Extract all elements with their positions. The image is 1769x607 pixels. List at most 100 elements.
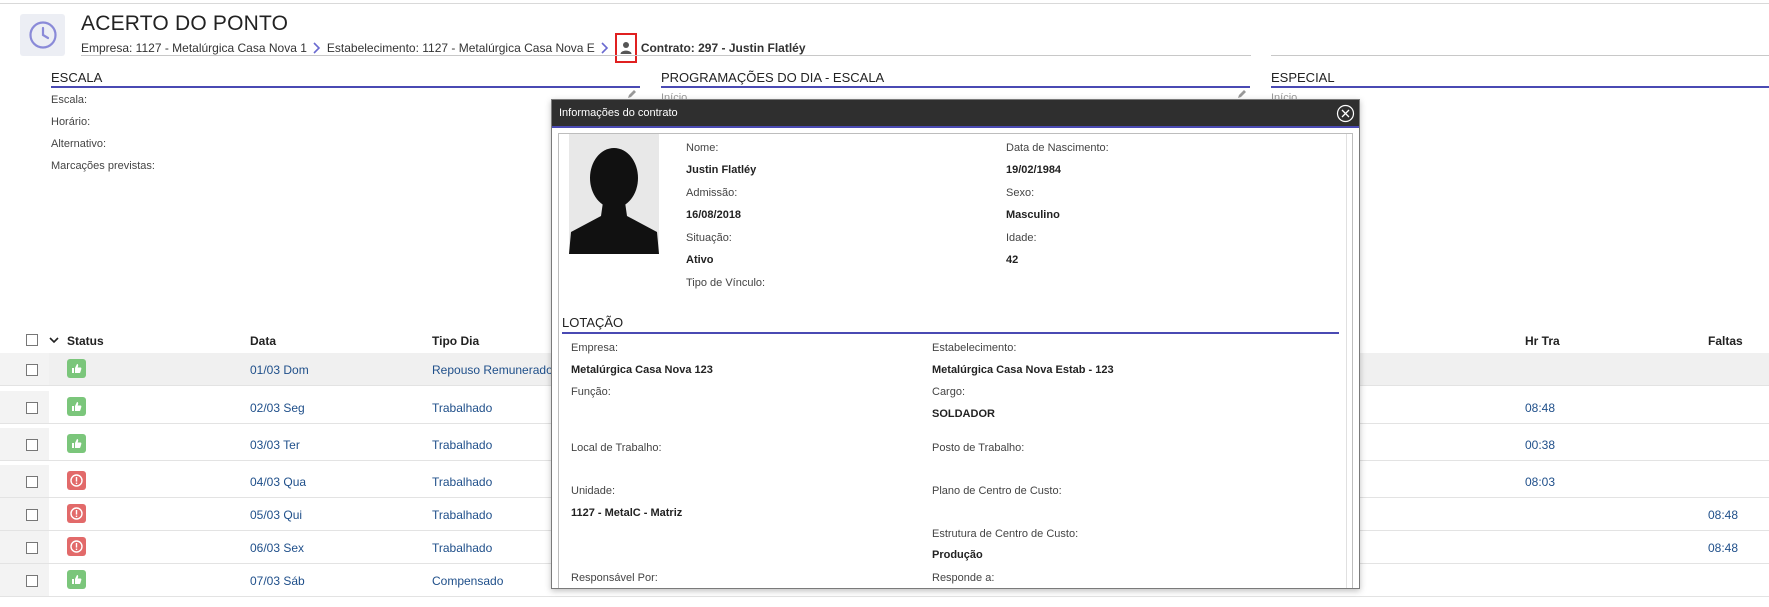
label-responde: Responde a:: [932, 572, 995, 584]
panel-title-escala: ESCALA: [51, 70, 640, 88]
label-plano-centro-custo: Plano de Centro de Custo:: [932, 485, 1062, 497]
user-icon: [620, 42, 632, 54]
thumbs-up-icon: [67, 434, 86, 453]
row-data: 01/03 Dom: [250, 363, 309, 377]
panel-title-programacoes: PROGRAMAÇÕES DO DIA - ESCALA: [661, 70, 1250, 88]
breadcrumb-empresa[interactable]: Empresa: 1127 - Metalúrgica Casa Nova 1: [81, 41, 307, 55]
top-divider: [0, 3, 1769, 4]
section-lotacao: LOTAÇÃO: [562, 315, 1339, 334]
field-inicio-partial: Início: [1271, 92, 1298, 99]
label-unidade: Unidade:: [571, 485, 616, 497]
label-local-trabalho: Local de Trabalho:: [571, 442, 662, 454]
dialog-title: Informações do contrato: [559, 107, 678, 119]
field-horario: Horário:: [51, 116, 91, 128]
thumbs-up-icon: [67, 570, 86, 589]
value-situacao: Ativo: [686, 254, 714, 266]
alert-icon: [67, 504, 86, 523]
row-checkbox[interactable]: [26, 402, 38, 414]
label-nome: Nome:: [686, 142, 719, 154]
field-marcacoes: Marcações previstas:: [51, 160, 155, 172]
panel-especial: ESPECIAL Início: [1271, 70, 1769, 100]
row-checkbox[interactable]: [26, 439, 38, 451]
dialog-body: Nome: Justin Flatléy Data de Nascimento:…: [558, 133, 1353, 588]
dialog-scrollbar[interactable]: [1346, 134, 1352, 588]
label-estabelecimento: Estabelecimento:: [932, 342, 1017, 354]
expand-chevron-icon[interactable]: [49, 334, 59, 348]
value-nome: Justin Flatléy: [686, 164, 757, 176]
dialog-header: Informações do contrato: [552, 100, 1359, 128]
row-tipo: Trabalhado: [432, 401, 493, 415]
page-title: ACERTO DO PONTO: [81, 12, 289, 35]
value-cargo: SOLDADOR: [932, 408, 995, 420]
close-icon[interactable]: [1336, 104, 1355, 123]
alert-icon: [67, 471, 86, 490]
row-data: 05/03 Qui: [250, 508, 303, 522]
label-cargo: Cargo:: [932, 386, 966, 398]
col-data[interactable]: Data: [250, 334, 276, 348]
row-tipo: Trabalhado: [432, 541, 493, 555]
label-posto-trabalho: Posto de Trabalho:: [932, 442, 1025, 454]
label-responsavel: Responsável Por:: [571, 572, 658, 584]
value-estabelecimento: Metalúrgica Casa Nova Estab - 123: [932, 364, 1114, 376]
value-unidade: 1127 - MetalC - Matriz: [571, 507, 683, 519]
field-escala: Escala:: [51, 94, 88, 106]
label-estrutura-centro-custo: Estrutura de Centro de Custo:: [932, 528, 1079, 540]
row-checkbox[interactable]: [26, 476, 38, 488]
value-nascimento: 19/02/1984: [1006, 164, 1062, 176]
header-divider: [1271, 55, 1769, 56]
label-funcao: Função:: [571, 386, 611, 398]
contract-info-dialog: Informações do contrato Nome: Justin Fla…: [551, 99, 1360, 589]
row-hr-tra: 08:03: [1525, 475, 1556, 489]
chevron-right-icon: [313, 42, 321, 54]
alert-icon: [67, 537, 86, 556]
breadcrumb-contrato: Contrato: 297 - Justin Flatléy: [640, 41, 806, 55]
value-idade: 42: [1006, 254, 1019, 266]
field-inicio-partial: Início: [661, 92, 688, 99]
col-faltas[interactable]: Faltas: [1708, 334, 1743, 348]
panel-title-especial: ESPECIAL: [1271, 70, 1769, 88]
label-idade: Idade:: [1006, 232, 1037, 244]
clock-icon: [20, 14, 65, 56]
col-tipo-dia[interactable]: Tipo Dia: [432, 334, 479, 348]
row-tipo: Compensado: [432, 574, 504, 588]
contract-info-button[interactable]: [614, 33, 637, 63]
row-tipo: Trabalhado: [432, 438, 493, 452]
label-empresa: Empresa:: [571, 342, 619, 354]
row-tipo: Trabalhado: [432, 475, 493, 489]
row-checkbox[interactable]: [26, 542, 38, 554]
value-admissao: 16/08/2018: [686, 209, 742, 221]
value-sexo: Masculino: [1006, 209, 1060, 221]
col-hr-tra[interactable]: Hr Tra: [1525, 334, 1560, 348]
row-tipo: Trabalhado: [432, 508, 493, 522]
value-empresa: Metalúrgica Casa Nova 123: [571, 364, 713, 376]
row-checkbox[interactable]: [26, 364, 38, 376]
thumbs-up-icon: [67, 397, 86, 416]
select-all-checkbox[interactable]: [26, 334, 38, 346]
label-vinculo: Tipo de Vínculo:: [686, 277, 766, 289]
header-divider: [81, 55, 1251, 56]
row-faltas: 08:48: [1708, 541, 1739, 555]
chevron-right-icon: [601, 42, 609, 54]
label-admissao: Admissão:: [686, 187, 738, 199]
row-data: 03/03 Ter: [250, 438, 300, 452]
row-data: 06/03 Sex: [250, 541, 305, 555]
row-data: 04/03 Qua: [250, 475, 307, 489]
row-data: 07/03 Sáb: [250, 574, 305, 588]
row-tipo: Repouso Remunerado: [432, 363, 553, 377]
thumbs-up-icon: [67, 359, 86, 378]
label-situacao: Situação:: [686, 232, 732, 244]
value-estrutura-centro-custo: Produção: [932, 549, 983, 561]
row-data: 02/03 Seg: [250, 401, 305, 415]
employee-photo: [569, 134, 659, 254]
col-status[interactable]: Status: [67, 334, 104, 348]
row-hr-tra: 00:38: [1525, 438, 1556, 452]
label-nascimento: Data de Nascimento:: [1006, 142, 1109, 154]
panel-programacoes: PROGRAMAÇÕES DO DIA - ESCALA Início: [661, 70, 1250, 100]
row-faltas: 08:48: [1708, 508, 1739, 522]
field-alternativo: Alternativo:: [51, 138, 107, 150]
breadcrumb-estabelecimento[interactable]: Estabelecimento: 1127 - Metalúrgica Casa…: [327, 41, 595, 55]
row-hr-tra: 08:48: [1525, 401, 1556, 415]
label-sexo: Sexo:: [1006, 187, 1035, 199]
row-checkbox[interactable]: [26, 509, 38, 521]
row-checkbox[interactable]: [26, 575, 38, 587]
